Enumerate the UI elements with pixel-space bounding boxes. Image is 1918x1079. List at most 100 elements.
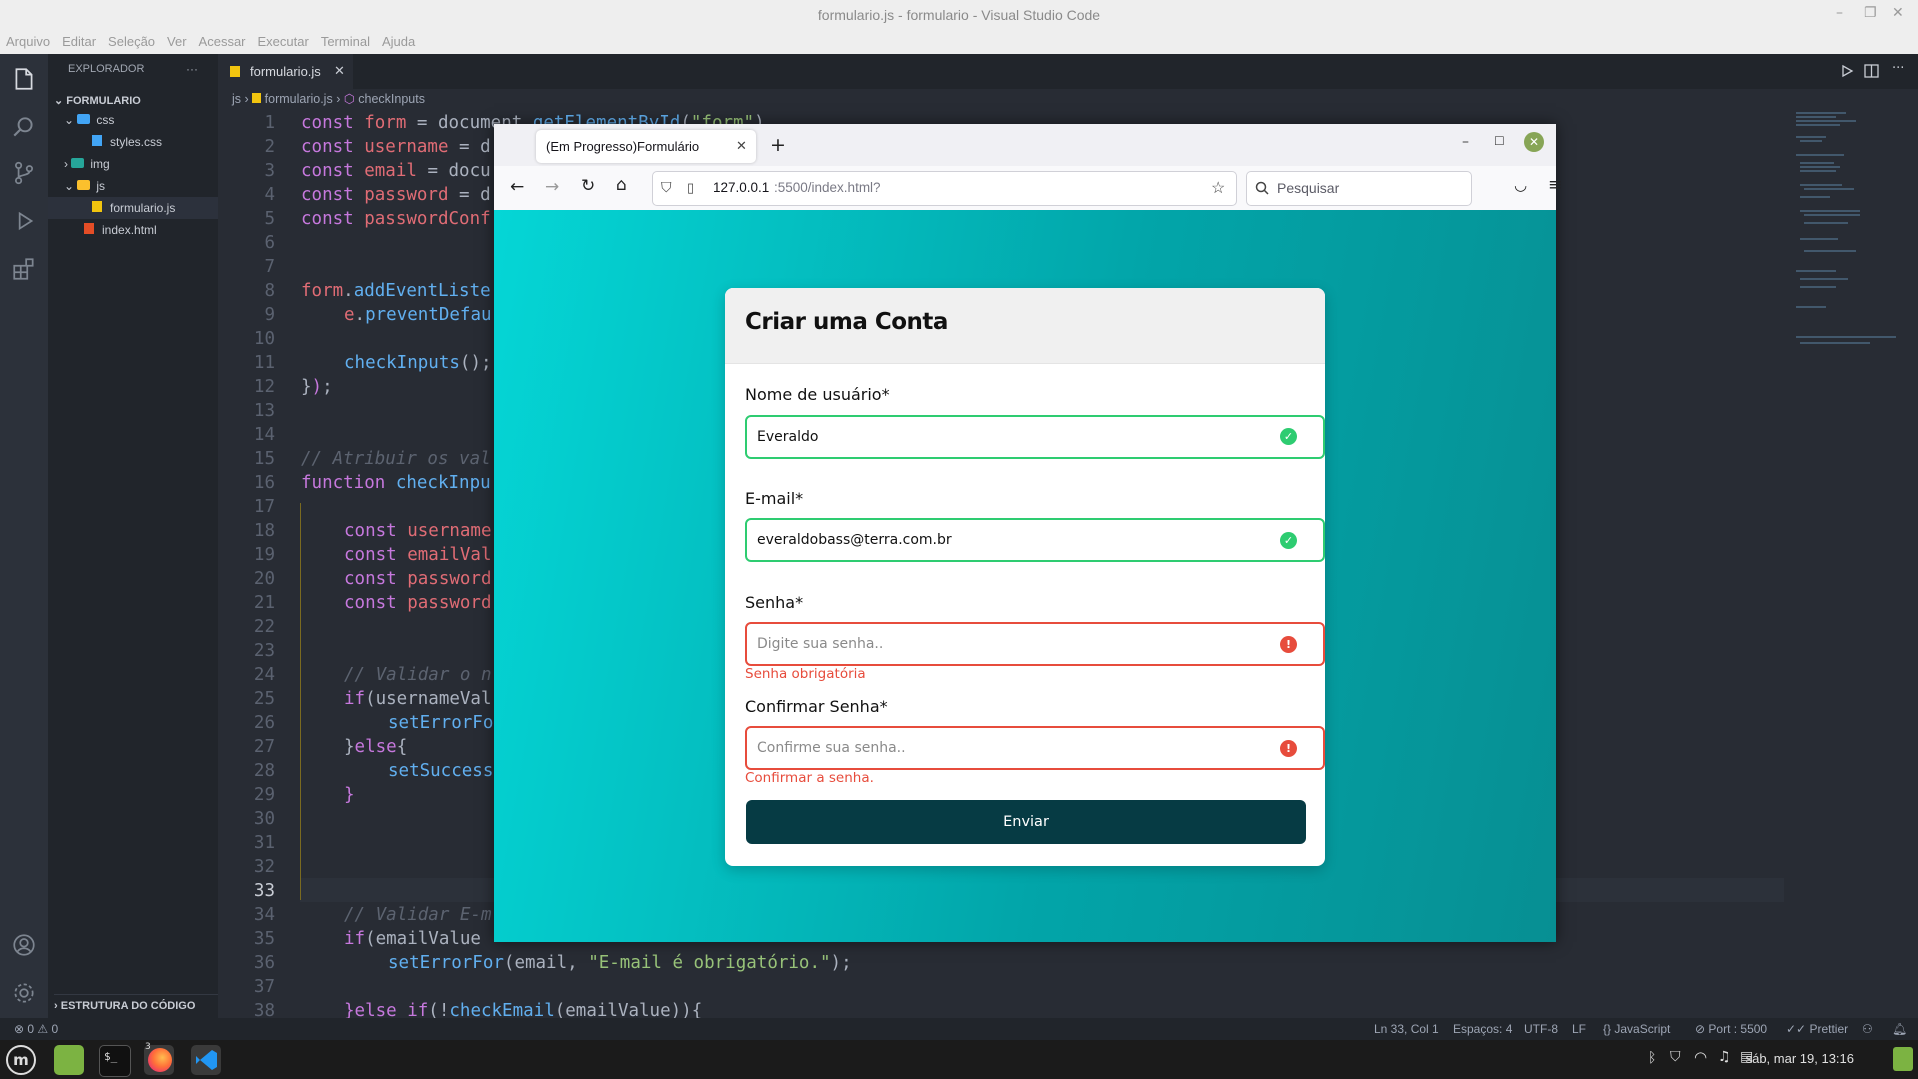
code-line: e.preventDefau (344, 305, 492, 325)
split-editor-icon[interactable] (1864, 64, 1879, 78)
more-actions-icon[interactable]: ··· (186, 58, 206, 80)
url-host: 127.0.0.1 (713, 180, 770, 195)
hamburger-menu-icon[interactable]: ≡ (1548, 175, 1562, 195)
breadcrumb-file[interactable]: formulario.js (265, 92, 333, 106)
files-icon[interactable] (54, 1045, 84, 1075)
shield-icon[interactable]: ⛉ (1670, 1049, 1681, 1065)
bluetooth-icon[interactable]: ᛒ (1648, 1050, 1656, 1066)
code-line: const password = d (301, 185, 491, 205)
eol-setting[interactable]: LF (1572, 1022, 1586, 1036)
code-line: }else if(!checkEmail(emailValue)){ (344, 1001, 703, 1018)
close-icon[interactable]: ✕ (1892, 5, 1904, 21)
show-desktop-icon[interactable] (1893, 1047, 1913, 1071)
outline-section[interactable]: › ESTRUTURA DO CÓDIGO (54, 994, 224, 1017)
success-check-icon: ✓ (1280, 532, 1297, 549)
firefox-icon[interactable]: 3 (144, 1042, 174, 1075)
tree-folder-css[interactable]: ⌄ css (64, 109, 234, 131)
confirm-password-input[interactable] (745, 726, 1325, 770)
cursor-position[interactable]: Ln 33, Col 1 (1374, 1022, 1439, 1036)
vscode-icon[interactable] (191, 1045, 221, 1075)
username-input[interactable] (745, 415, 1325, 459)
tab-formulario-js[interactable]: formulario.js ✕ (218, 54, 353, 89)
run-icon[interactable] (1840, 64, 1854, 78)
success-check-icon: ✓ (1280, 428, 1297, 445)
submit-button[interactable]: Enviar (746, 800, 1306, 844)
menu-terminal[interactable]: Terminal (321, 31, 370, 53)
line-number: 17 (253, 497, 275, 517)
restore-icon[interactable]: ❐ (1864, 5, 1877, 21)
browser-tab-close-icon[interactable]: ✕ (736, 138, 747, 154)
browser-tab-active[interactable]: (Em Progresso)Formulário ✕ (536, 130, 756, 163)
search-icon[interactable] (11, 114, 37, 140)
browser-tab-title: (Em Progresso)Formulário (546, 139, 700, 154)
menu-editar[interactable]: Editar (62, 31, 96, 53)
forward-icon[interactable]: → (545, 177, 559, 197)
line-number: 35 (253, 929, 275, 949)
language-mode[interactable]: {} JavaScript (1603, 1022, 1670, 1036)
tree-folder-img[interactable]: › img (64, 153, 234, 175)
menu-arquivo[interactable]: Arquivo (6, 31, 50, 53)
settings-gear-icon[interactable] (11, 980, 37, 1006)
password-input[interactable] (745, 622, 1325, 666)
clock[interactable]: sáb, mar 19, 13:16 (1746, 1051, 1854, 1066)
line-number: 24 (253, 665, 275, 685)
mint-menu-icon[interactable]: m (6, 1045, 36, 1075)
line-number: 20 (253, 569, 275, 589)
email-input[interactable] (745, 518, 1325, 562)
line-number: 37 (253, 977, 275, 997)
tab-close-icon[interactable]: ✕ (334, 63, 345, 79)
browser-maximize-icon[interactable]: ☐ (1494, 134, 1505, 148)
tree-file-formulario-js[interactable]: formulario.js (48, 197, 218, 219)
minimize-icon[interactable]: – (1836, 5, 1843, 21)
home-icon[interactable]: ⌂ (616, 175, 627, 195)
menu-selecao[interactable]: Seleção (108, 31, 155, 53)
feedback-icon[interactable]: ⚇ (1862, 1022, 1873, 1036)
breadcrumb-folder[interactable]: js (232, 92, 241, 106)
notifications-bell-icon[interactable]: 🔔︎ (1892, 1022, 1907, 1036)
tree-label: formulario.js (110, 201, 176, 215)
page-info-icon[interactable]: ▯ (687, 180, 694, 196)
extensions-icon[interactable] (11, 256, 37, 282)
explorer-icon[interactable] (11, 66, 37, 92)
live-server-port[interactable]: ⊘ Port : 5500 (1695, 1022, 1767, 1036)
menu-ajuda[interactable]: Ajuda (382, 31, 415, 53)
menu-executar[interactable]: Executar (258, 31, 309, 53)
line-number: 16 (253, 473, 275, 493)
browser-close-icon[interactable]: ✕ (1524, 132, 1544, 152)
run-debug-icon[interactable] (11, 208, 37, 234)
bookmark-star-icon[interactable]: ☆ (1211, 178, 1225, 198)
account-icon[interactable] (11, 932, 37, 958)
source-control-icon[interactable] (11, 160, 37, 186)
line-number: 10 (253, 329, 275, 349)
indentation-setting[interactable]: Espaços: 4 (1453, 1022, 1512, 1036)
breadcrumb-symbol[interactable]: checkInputs (358, 92, 425, 106)
prettier-status[interactable]: ✓✓ Prettier (1786, 1022, 1848, 1036)
code-line: if(usernameVal (344, 689, 492, 709)
line-number: 8 (264, 281, 275, 301)
pocket-icon[interactable]: ◡ (1514, 176, 1527, 194)
editor-more-icon[interactable]: ··· (1892, 61, 1904, 76)
browser-search-bar[interactable]: Pesquisar (1246, 171, 1472, 206)
tree-label: styles.css (110, 135, 163, 149)
music-icon[interactable]: ♫ (1718, 1049, 1731, 1065)
tree-folder-js[interactable]: ⌄ js (64, 175, 234, 197)
reload-icon[interactable]: ↻ (581, 176, 595, 196)
shield-icon[interactable]: ⛉ (661, 179, 672, 196)
encoding-setting[interactable]: UTF-8 (1524, 1022, 1558, 1036)
minimap (1796, 110, 1906, 360)
line-number: 25 (253, 689, 275, 709)
code-line: const username (344, 521, 492, 541)
line-number: 29 (253, 785, 275, 805)
terminal-icon[interactable]: $_ (99, 1045, 131, 1077)
confirm-password-error-message: Confirmar a senha. (745, 770, 874, 786)
browser-minimize-icon[interactable]: – (1462, 134, 1469, 150)
wifi-icon[interactable]: ◠ (1694, 1048, 1707, 1066)
code-line: // Validar o n (344, 665, 492, 685)
back-icon[interactable]: ← (510, 177, 524, 197)
url-bar[interactable]: ⛉ ▯ 127.0.0.1 :5500/index.html? ☆ (652, 171, 1237, 206)
code-line: form.addEventListe (301, 281, 491, 301)
problems-indicator[interactable]: ⊗ 0 ⚠ 0 (14, 1022, 58, 1036)
menu-ver[interactable]: Ver (167, 31, 187, 53)
new-tab-icon[interactable]: + (770, 134, 786, 156)
menu-acessar[interactable]: Acessar (199, 31, 246, 53)
